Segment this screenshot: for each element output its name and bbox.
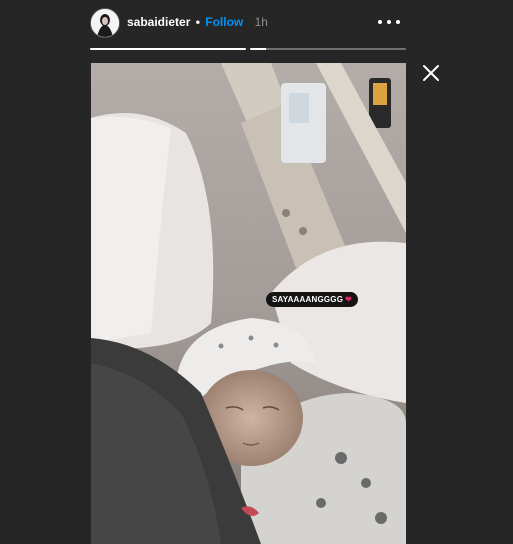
avatar-image xyxy=(91,9,119,37)
timestamp: 1h xyxy=(254,15,268,29)
more-options-icon[interactable] xyxy=(378,20,400,26)
story-photo xyxy=(91,63,406,544)
sticker-text: SAYAAAANGGGG xyxy=(272,295,344,304)
progress-segment-active xyxy=(250,48,406,50)
follow-button[interactable]: Follow xyxy=(205,15,243,29)
heart-emoji: ❤ xyxy=(345,295,353,304)
story-media[interactable]: SAYAAAANGGGG ❤ xyxy=(91,63,406,544)
story-header: sabaidieter • Follow 1h xyxy=(90,6,408,38)
close-icon[interactable] xyxy=(422,64,440,82)
username-link[interactable]: sabaidieter xyxy=(127,15,190,29)
separator-dot: • xyxy=(195,15,200,29)
progress-segment xyxy=(90,48,246,50)
avatar[interactable] xyxy=(90,8,120,38)
user-line: sabaidieter • Follow 1h xyxy=(127,15,268,29)
story-progress-bar xyxy=(90,48,406,51)
story-text-sticker: SAYAAAANGGGG ❤ xyxy=(266,292,359,307)
